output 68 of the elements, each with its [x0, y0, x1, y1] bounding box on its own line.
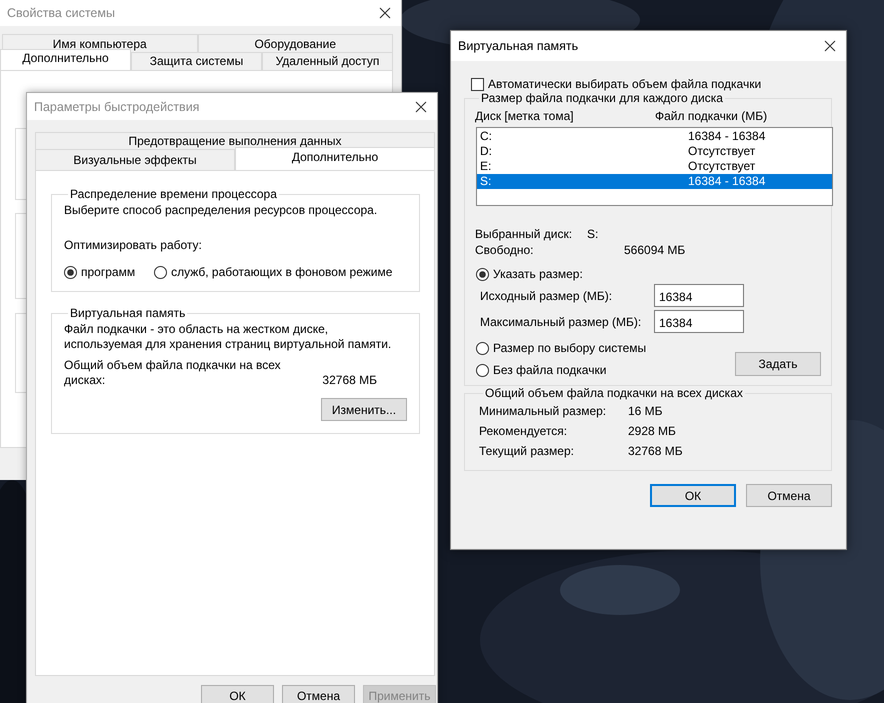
dialog-button[interactable]: ОК: [650, 484, 736, 507]
tab[interactable]: Предотвращение выполнения данных: [35, 132, 435, 149]
description-text: Файл подкачки - это область на жестком диске, используемая для хранения страниц виртуальной памяти.: [64, 322, 392, 352]
dialog-button[interactable]: Отмена: [282, 685, 355, 703]
drive-row[interactable]: C: 16384 - 16384: [477, 129, 832, 144]
tab[interactable]: Оборудование: [198, 34, 393, 52]
drive-row[interactable]: D: Отсутствует: [477, 144, 832, 159]
info-value: 32768 МБ: [628, 444, 683, 459]
info-value: 2928 МБ: [628, 424, 676, 439]
checkbox[interactable]: [471, 78, 484, 90]
info-value: 16 МБ: [628, 404, 663, 419]
drive-letter: D:: [480, 144, 493, 159]
drive-row[interactable]: S: 16384 - 16384: [477, 174, 832, 189]
radio-label: служб, работающих в фоновом режиме: [171, 265, 392, 279]
tab[interactable]: Дополнительно: [0, 49, 131, 70]
radio-label: Размер по выбору системы: [493, 341, 646, 355]
field-label: Максимальный размер (МБ):: [480, 314, 642, 328]
paging-size: 16384 - 16384: [688, 129, 766, 144]
set-button[interactable]: Задать: [735, 352, 821, 376]
input-field[interactable]: 16384: [654, 284, 744, 307]
close-icon[interactable]: [415, 100, 427, 112]
info-value: S:: [587, 227, 598, 241]
info-label: Рекомендуется:: [479, 424, 568, 439]
column-header: Файл подкачки (МБ): [655, 109, 768, 123]
radio-label: Указать размер:: [493, 267, 583, 281]
info-label: Свободно:: [475, 243, 534, 257]
input-field[interactable]: 16384: [654, 310, 744, 333]
paging-size: 16384 - 16384: [688, 174, 766, 189]
tab[interactable]: Визуальные эффекты: [35, 149, 235, 170]
radio-button[interactable]: [64, 266, 77, 278]
radio-button[interactable]: [476, 268, 489, 280]
paging-size: Отсутствует: [688, 159, 756, 174]
column-header: Диск [метка тома]: [475, 109, 575, 123]
total-label: Общий объем файла подкачки на всех дисках:: [64, 358, 282, 388]
description-text: Выберите способ распределения ресурсов процессора.: [64, 203, 378, 218]
total-value: 32768 МБ: [322, 373, 378, 388]
close-icon[interactable]: [379, 7, 391, 19]
tab[interactable]: Дополнительно: [235, 147, 435, 170]
tab[interactable]: Удаленный доступ: [262, 52, 393, 70]
radio-button[interactable]: [476, 342, 489, 354]
drive-letter: C:: [480, 129, 493, 144]
checkbox-label: Автоматически выбирать объем файла подкачки: [488, 77, 762, 91]
paging-size: Отсутствует: [688, 144, 756, 159]
radio-label: программ: [81, 265, 136, 279]
dialog-button[interactable]: ОК: [201, 685, 274, 703]
field-label: Исходный размер (МБ):: [480, 288, 614, 302]
dialog-button[interactable]: Отмена: [746, 484, 832, 507]
change-button[interactable]: Изменить...: [321, 398, 407, 421]
group-title: Распределение времени процессора: [69, 187, 278, 201]
radio-button[interactable]: [154, 266, 168, 278]
info-label: Выбранный диск:: [475, 227, 574, 241]
group-title: Общий объем файла подкачки на всех дисках: [484, 386, 744, 400]
close-icon[interactable]: [824, 40, 836, 52]
drive-letter: E:: [480, 159, 492, 174]
window-title: Виртуальная память: [458, 39, 578, 53]
radio-label: Без файла подкачки: [493, 363, 606, 377]
group-title: Размер файла подкачки для каждого диска: [480, 91, 724, 105]
radio-button[interactable]: [476, 364, 489, 376]
window-title: Свойства системы: [7, 6, 115, 20]
info-label: Текущий размер:: [479, 444, 575, 459]
window-title: Параметры быстродействия: [34, 100, 200, 114]
info-value: 566094 МБ: [624, 243, 686, 257]
tab[interactable]: Защита системы: [131, 52, 262, 70]
group-title: Виртуальная память: [69, 306, 186, 320]
drive-letter: S:: [480, 174, 492, 189]
info-label: Минимальный размер:: [479, 404, 608, 419]
drive-row[interactable]: E: Отсутствует: [477, 159, 832, 174]
optimize-label: Оптимизировать работу:: [64, 238, 203, 253]
